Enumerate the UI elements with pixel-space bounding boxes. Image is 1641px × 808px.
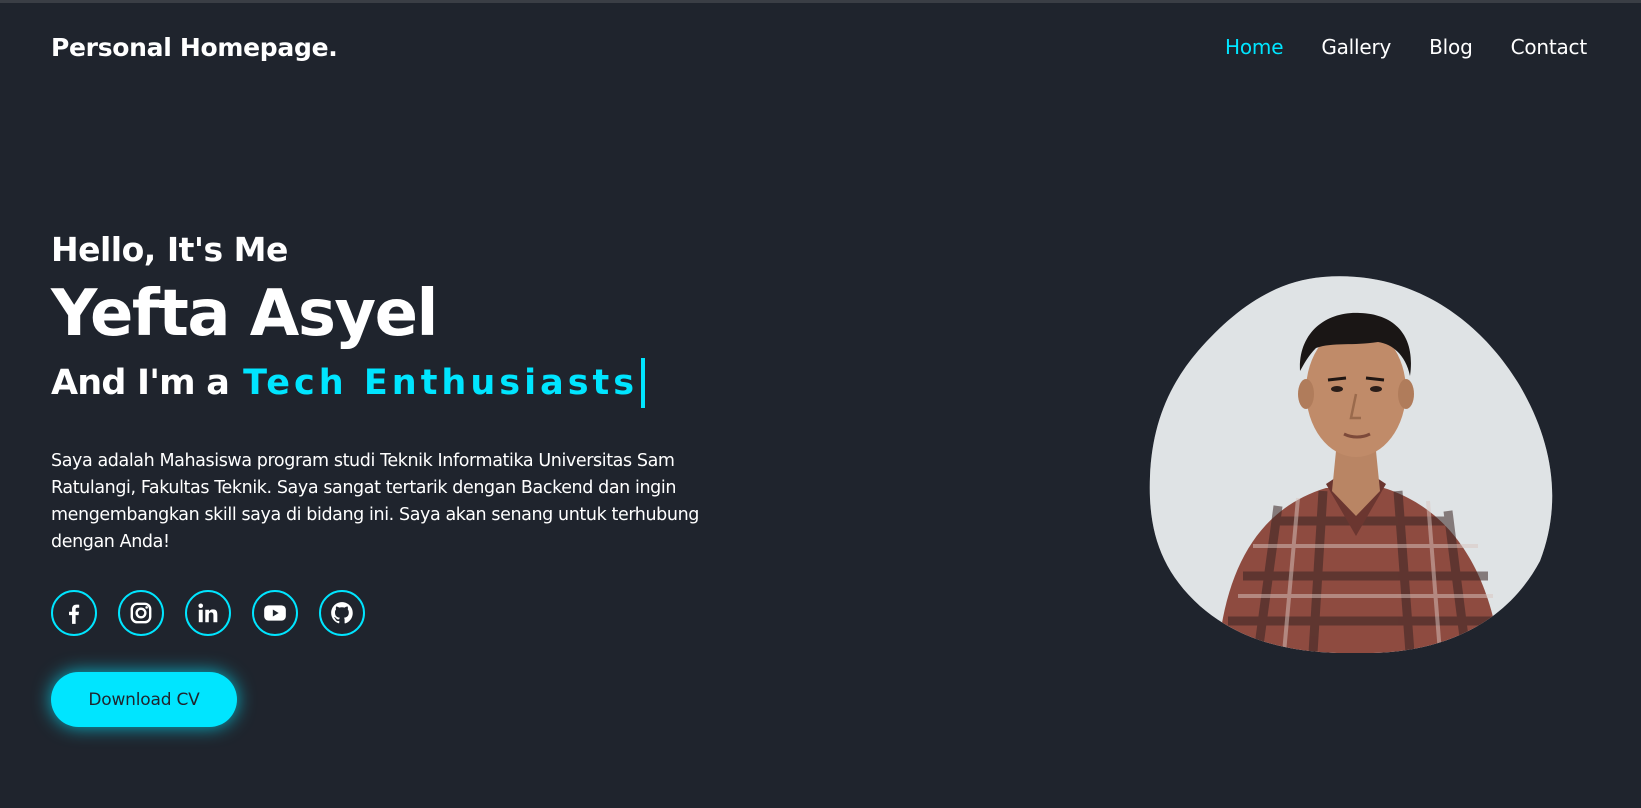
facebook-icon bbox=[69, 604, 80, 624]
hero-role: And I'm a Tech Enthusiasts bbox=[51, 356, 811, 410]
profile-photo bbox=[1148, 276, 1556, 653]
role-prefix: And I'm a bbox=[51, 363, 230, 403]
nav-contact[interactable]: Contact bbox=[1511, 35, 1588, 59]
main-nav: Home Gallery Blog Contact bbox=[1225, 35, 1587, 59]
site-header: Personal Homepage. Home Gallery Blog Con… bbox=[0, 3, 1641, 91]
hero-bio: Saya adalah Mahasiswa program studi Tekn… bbox=[51, 451, 699, 552]
nav-gallery[interactable]: Gallery bbox=[1321, 35, 1391, 59]
hero-section: Hello, It's Me Yefta Asyel And I'm a Tec… bbox=[51, 226, 811, 727]
linkedin-icon bbox=[198, 603, 218, 623]
youtube-icon bbox=[264, 605, 286, 621]
hero-greeting: Hello, It's Me bbox=[51, 230, 288, 269]
instagram-icon bbox=[130, 602, 152, 624]
youtube-link[interactable] bbox=[252, 590, 298, 636]
profile-photo-illustration bbox=[1149, 276, 1553, 653]
site-logo[interactable]: Personal Homepage. bbox=[51, 33, 338, 62]
instagram-link[interactable] bbox=[118, 590, 164, 636]
social-links bbox=[51, 590, 811, 636]
facebook-link[interactable] bbox=[51, 590, 97, 636]
typing-caret bbox=[641, 358, 646, 408]
role-typed-text: Tech Enthusiasts bbox=[243, 363, 639, 403]
nav-blog[interactable]: Blog bbox=[1429, 35, 1473, 59]
github-link[interactable] bbox=[319, 590, 365, 636]
github-icon bbox=[331, 602, 353, 624]
hero-name: Yefta Asyel bbox=[51, 277, 438, 351]
download-cv-button[interactable]: Download CV bbox=[51, 672, 237, 727]
nav-home[interactable]: Home bbox=[1225, 35, 1283, 59]
linkedin-link[interactable] bbox=[185, 590, 231, 636]
